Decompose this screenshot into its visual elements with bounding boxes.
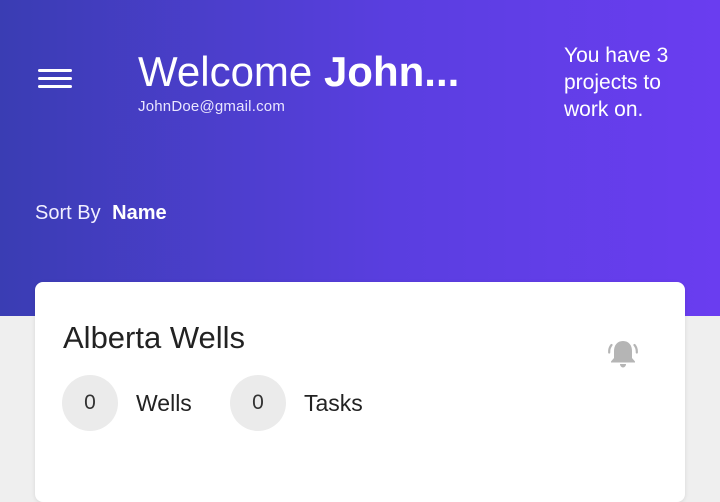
wells-label: Wells <box>136 389 192 416</box>
project-card[interactable]: Alberta Wells 0 Wells 0 Tasks <box>35 282 685 502</box>
header: Welcome John... JohnDoe@gmail.com You ha… <box>0 0 720 316</box>
sort-control[interactable]: Sort By Name <box>35 202 167 225</box>
wells-stat[interactable]: 0 Wells <box>62 375 192 431</box>
tasks-stat[interactable]: 0 Tasks <box>230 375 363 431</box>
menu-bar <box>38 69 72 72</box>
tasks-count-badge: 0 <box>230 375 286 431</box>
bell-icon-graphic <box>608 341 638 368</box>
user-email: JohnDoe@gmail.com <box>138 98 286 115</box>
bell-icon[interactable] <box>605 336 641 372</box>
welcome-greeting: Welcome <box>138 48 313 95</box>
sort-value[interactable]: Name <box>112 202 166 224</box>
wells-count-badge: 0 <box>62 375 118 431</box>
menu-bar <box>38 85 72 88</box>
welcome-title: Welcome John... <box>138 46 459 98</box>
project-name: Alberta Wells <box>63 320 246 355</box>
user-name: John... <box>323 48 460 95</box>
menu-icon[interactable] <box>38 66 72 92</box>
tasks-label: Tasks <box>304 389 363 416</box>
projects-count-message: You have 3 projects to work on. <box>564 44 669 121</box>
menu-bar <box>38 77 72 80</box>
sort-label: Sort By <box>35 202 101 224</box>
